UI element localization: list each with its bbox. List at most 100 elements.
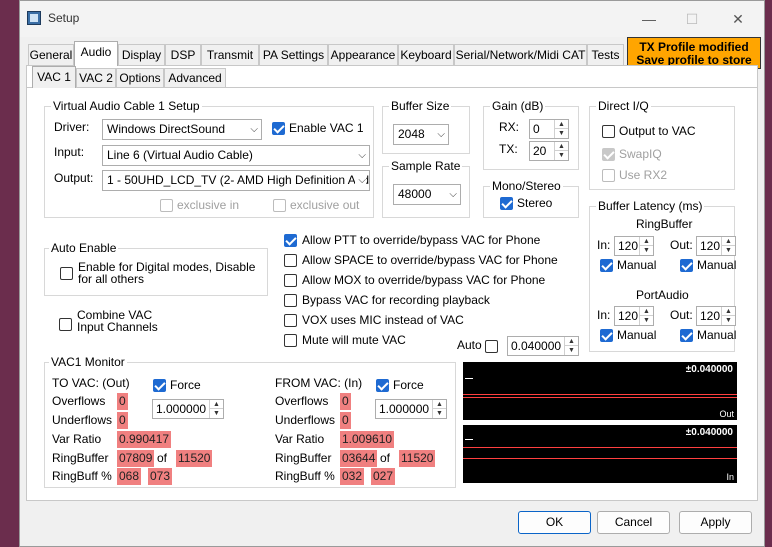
output-select[interactable]: 1 - 50UHD_LCD_TV (2- AMD High Definition… (102, 170, 370, 191)
option-checkbox[interactable] (284, 294, 297, 307)
from-ringbuffer-value: 03644 (340, 450, 378, 467)
tab-vac1[interactable]: VAC 1 (32, 66, 76, 88)
auto-enable-checkbox[interactable] (60, 267, 73, 280)
input-label: Input: (54, 145, 85, 159)
scope-in-value: ±0.040000 (685, 427, 733, 438)
stereo-checkbox[interactable] (500, 197, 513, 210)
tab-options[interactable]: Options (116, 68, 164, 88)
from-force-spinner[interactable]: 1.000000 ▲ ▼ (375, 399, 447, 419)
auto-enable-group: Auto Enable Enable for Digital modes, Di… (44, 241, 268, 296)
exclusive-out-checkbox[interactable] (273, 199, 286, 212)
spin-down-icon[interactable]: ▼ (555, 129, 568, 138)
pa-manual-in-label: Manual (617, 328, 657, 342)
tab-vac2[interactable]: VAC 2 (76, 68, 116, 88)
to-force-spinner[interactable]: 1.000000 ▲ ▼ (152, 399, 224, 419)
option-checkbox[interactable] (284, 254, 297, 267)
spin-down-icon[interactable]: ▼ (640, 316, 653, 325)
driver-select[interactable]: Windows DirectSound ⌵ (102, 119, 262, 140)
ok-button[interactable]: OK (518, 511, 591, 534)
exclusive-in-checkbox[interactable] (160, 199, 173, 212)
rb-manual-out-checkbox[interactable] (680, 259, 693, 272)
scope-tick (465, 439, 473, 440)
auto-value-spinner[interactable]: 0.040000 ▲ ▼ (507, 336, 579, 356)
combine-vac-checkbox[interactable] (59, 318, 72, 331)
direct-iq-group: Direct I/Q Output to VAC SwapIQ Use RX2 (589, 99, 735, 190)
pa-out-spinner[interactable]: 120 ▲ ▼ (696, 306, 736, 326)
cancel-button[interactable]: Cancel (597, 511, 670, 534)
tab-audio[interactable]: Audio (74, 41, 118, 66)
spin-up-icon[interactable]: ▲ (722, 237, 735, 246)
spin-down-icon[interactable]: ▼ (565, 346, 578, 355)
enable-vac1-checkbox[interactable] (272, 122, 285, 135)
spin-up-icon[interactable]: ▲ (555, 120, 568, 129)
tab-display[interactable]: Display (118, 44, 165, 66)
minimize-icon[interactable]: — (641, 11, 657, 27)
tab-keyboard[interactable]: Keyboard (398, 44, 454, 66)
spin-down-icon[interactable]: ▼ (722, 246, 735, 255)
rx-gain-spinner[interactable]: 0 ▲ ▼ (529, 119, 569, 139)
pa-in-label: In: (597, 308, 611, 322)
pa-manual-out-checkbox[interactable] (680, 329, 693, 342)
gain-group: Gain (dB) RX: 0 ▲ ▼ TX: 20 ▲ ▼ (483, 99, 579, 170)
swapiq-checkbox[interactable] (602, 148, 615, 161)
to-force-value: 1.000000 (156, 402, 207, 416)
tab-tests[interactable]: Tests (587, 44, 624, 66)
auto-checkbox[interactable] (485, 340, 498, 353)
rb-in-label: In: (597, 238, 611, 252)
tab-dsp[interactable]: DSP (165, 44, 201, 66)
pa-in-spinner[interactable]: 120 ▲ ▼ (614, 306, 654, 326)
swapiq-label: SwapIQ (619, 147, 662, 161)
tab-advanced[interactable]: Advanced (164, 68, 226, 88)
tab-serial-network-midi-cat[interactable]: Serial/Network/Midi CAT (454, 44, 587, 66)
spin-up-icon[interactable]: ▲ (565, 337, 578, 346)
from-force-checkbox[interactable] (376, 379, 389, 392)
apply-button[interactable]: Apply (679, 511, 752, 534)
from-force-value: 1.000000 (379, 402, 430, 416)
to-underflows-value: 0 (117, 412, 128, 429)
exclusive-out-label: exclusive out (290, 198, 360, 212)
spin-down-icon[interactable]: ▼ (210, 409, 223, 418)
spin-up-icon[interactable]: ▲ (555, 142, 568, 151)
spin-down-icon[interactable]: ▼ (433, 409, 446, 418)
tab-pa-settings[interactable]: PA Settings (259, 44, 328, 66)
stereo-label: Stereo (517, 196, 553, 210)
spin-down-icon[interactable]: ▼ (640, 246, 653, 255)
spin-down-icon[interactable]: ▼ (722, 316, 735, 325)
spin-down-icon[interactable]: ▼ (555, 151, 568, 160)
rb-in-spinner[interactable]: 120 ▲ ▼ (614, 236, 654, 256)
sample-rate-value: 48000 (398, 187, 432, 201)
spin-up-icon[interactable]: ▲ (640, 307, 653, 316)
pa-out-value: 120 (700, 309, 721, 323)
spin-up-icon[interactable]: ▲ (722, 307, 735, 316)
input-select[interactable]: Line 6 (Virtual Audio Cable) ⌵ (102, 145, 370, 166)
scope-out: ±0.040000 Out (463, 362, 737, 420)
sample-rate-select[interactable]: 48000 ⌵ (393, 184, 461, 205)
close-icon[interactable]: ✕ (730, 11, 746, 27)
spin-up-icon[interactable]: ▲ (433, 400, 446, 409)
option-checkbox[interactable] (284, 314, 297, 327)
scope-in: ±0.040000 In (463, 425, 737, 483)
rb-out-label: Out: (670, 238, 693, 252)
tab-appearance[interactable]: Appearance (328, 44, 398, 66)
use-rx2-checkbox[interactable] (602, 169, 615, 182)
buffer-size-select[interactable]: 2048 ⌵ (393, 124, 449, 145)
option-checkbox[interactable] (284, 274, 297, 287)
buffer-size-group: Buffer Size 2048 ⌵ (382, 99, 470, 154)
option-checkbox[interactable] (284, 334, 297, 347)
tx-gain-spinner[interactable]: 20 ▲ ▼ (529, 141, 569, 161)
maximize-icon[interactable]: ☐ (684, 11, 700, 27)
option-checkbox[interactable] (284, 234, 297, 247)
tab-general[interactable]: General (28, 44, 74, 66)
from-force-label: Force (393, 378, 424, 392)
output-to-vac-checkbox[interactable] (602, 125, 615, 138)
pa-manual-in-checkbox[interactable] (600, 329, 613, 342)
to-vac-title: TO VAC: (Out) (52, 376, 130, 390)
to-force-checkbox[interactable] (153, 379, 166, 392)
spin-up-icon[interactable]: ▲ (210, 400, 223, 409)
tab-transmit[interactable]: Transmit (201, 44, 259, 66)
driver-label: Driver: (54, 120, 90, 134)
rb-out-spinner[interactable]: 120 ▲ ▼ (696, 236, 736, 256)
to-overflows-label: Overflows (52, 394, 106, 408)
rb-manual-in-checkbox[interactable] (600, 259, 613, 272)
spin-up-icon[interactable]: ▲ (640, 237, 653, 246)
